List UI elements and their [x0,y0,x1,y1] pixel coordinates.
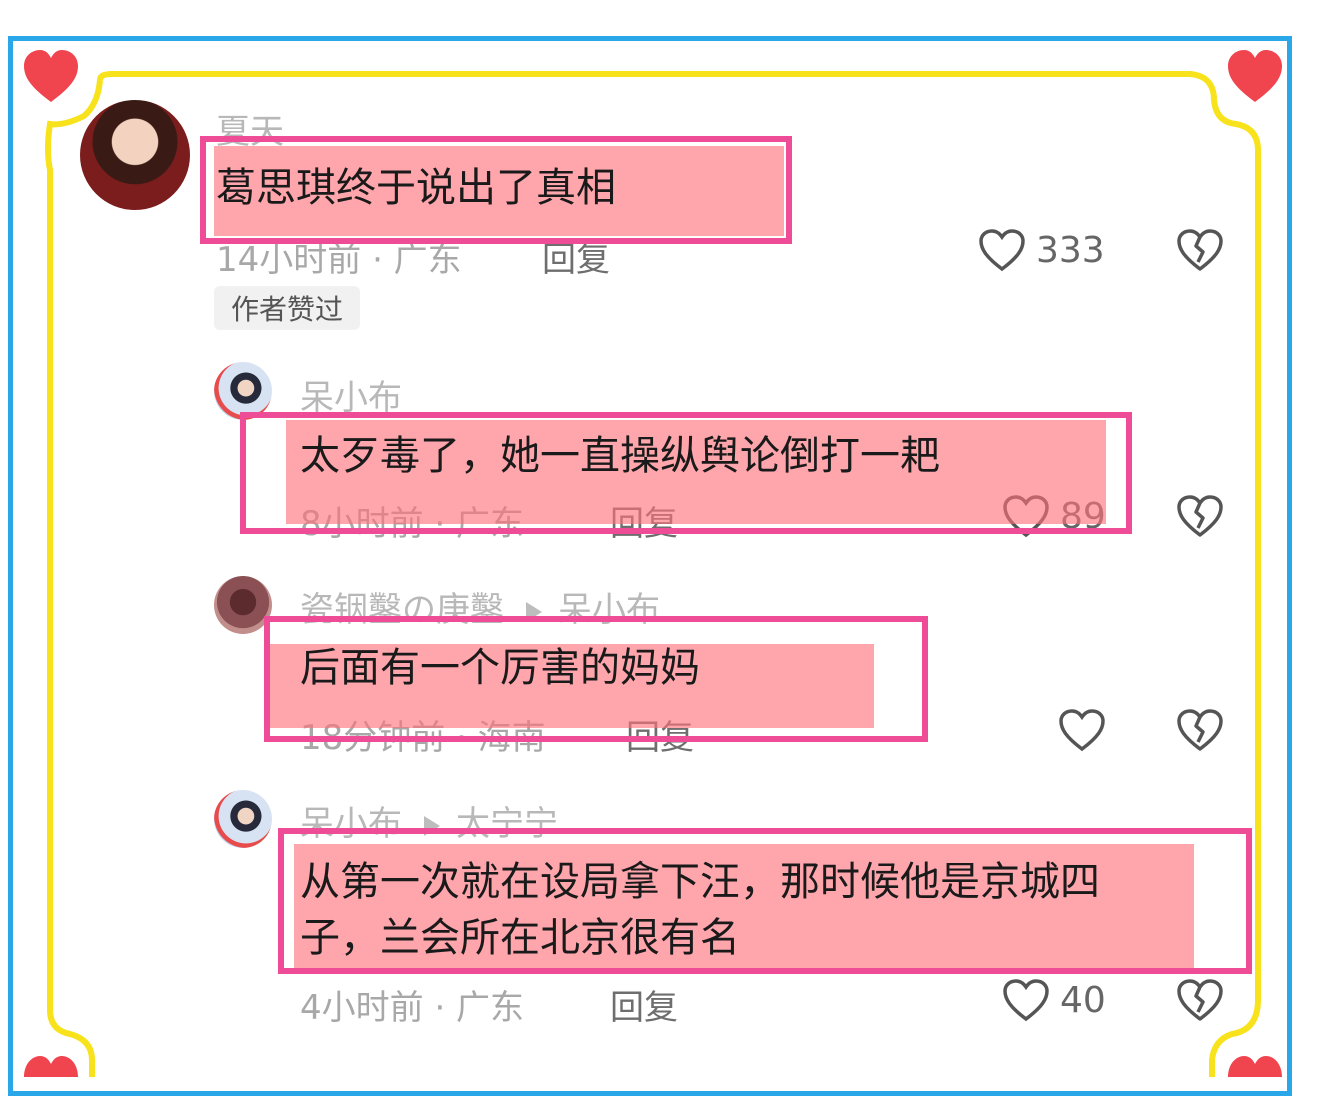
like-button[interactable] [1058,708,1116,752]
broken-heart-icon[interactable] [1176,978,1224,1022]
corner-heart-icon [24,50,78,102]
corner-heart-icon [1228,1056,1282,1077]
corner-heart-icon [1228,50,1282,102]
comment-meta: 4小时前 · 广东 [300,988,525,1028]
broken-heart-icon[interactable] [1176,494,1224,538]
like-count: 40 [1060,979,1106,1021]
like-button[interactable]: 40 [1002,978,1106,1022]
like-count: 333 [1036,229,1105,271]
highlight-box [200,136,792,244]
heart-outline-icon [979,229,1025,272]
highlight-box [240,412,1132,534]
like-button[interactable]: 333 [978,228,1105,272]
heart-outline-icon [1059,709,1105,752]
reply-button[interactable]: 回复 [610,980,678,1029]
avatar[interactable] [80,100,190,210]
broken-heart-icon[interactable] [1176,708,1224,752]
avatar[interactable] [214,790,272,848]
author-liked-badge: 作者赞过 [214,286,360,330]
highlight-box [264,616,928,742]
corner-heart-icon [24,1056,78,1077]
broken-heart-icon[interactable] [1176,228,1224,272]
highlight-box [278,828,1252,974]
heart-outline-icon [1003,979,1049,1022]
